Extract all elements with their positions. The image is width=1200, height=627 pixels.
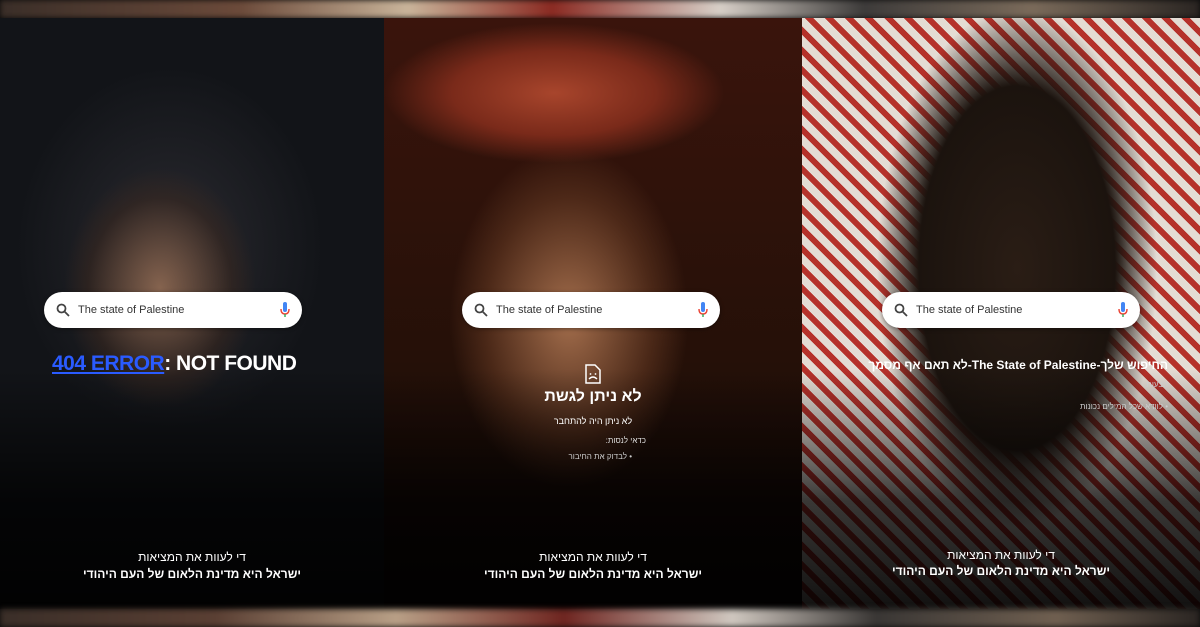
bottom-blurred-strip [0, 609, 1200, 627]
error-heading: לא ניתן לגשת [544, 388, 642, 405]
footer-line2: ישראל היא מדינת הלאום של העם היהודי [892, 564, 1110, 578]
panel-middle: The state of Palestine לא ניתן לגשת לא נ… [384, 18, 802, 609]
mic-icon[interactable] [1118, 302, 1128, 318]
suggestion-item: • לבדוק את החיבור [568, 452, 632, 461]
suggestion-text: לוודא שכל המילים נכונות [1079, 402, 1163, 411]
panel-left: The state of Palestine 404 ERROR: NOT FO… [0, 18, 384, 609]
search-bar[interactable]: The state of Palestine [44, 292, 302, 328]
error-code[interactable]: 404 ERROR [52, 352, 165, 375]
footer-line2: ישראל היא מדינת הלאום של העם היהודי [83, 567, 301, 581]
search-query[interactable]: The state of Palestine [496, 304, 698, 316]
suggestion-item: • לוודא שכל המילים נכונות [1079, 402, 1168, 411]
error-heading: 404 ERROR: NOT FOUND [52, 352, 297, 376]
search-icon [56, 303, 70, 317]
search-bar[interactable]: The state of Palestine [462, 292, 720, 328]
footer-line1: די לעוות את המציאות [947, 548, 1055, 562]
suggestion-text: לבדוק את החיבור [568, 452, 627, 461]
footer-line2: ישראל היא מדינת הלאום של העם היהודי [484, 567, 702, 581]
search-icon [894, 303, 908, 317]
search-icon [474, 303, 488, 317]
try-label: כדאי לנסות: [605, 436, 646, 445]
footer-line1: די לעוות את המציאות [138, 550, 246, 564]
search-bar[interactable]: The state of Palestine [882, 292, 1140, 328]
suggestions-label: הצעות [1146, 380, 1168, 389]
footer-line1: די לעוות את המציאות [539, 550, 647, 564]
error-subtext: לא ניתן היה להתחבר [553, 416, 633, 426]
mic-icon[interactable] [698, 302, 708, 318]
search-query[interactable]: The state of Palestine [78, 304, 280, 316]
top-blurred-strip [0, 0, 1200, 18]
broken-page-icon [384, 364, 802, 389]
search-query[interactable]: The state of Palestine [916, 304, 1118, 316]
no-results-title: החיפוש שלך-The State of Palestine-לא תאם… [868, 358, 1168, 372]
panel-right: The state of Palestine החיפוש שלך-The St… [802, 18, 1200, 609]
mic-icon[interactable] [280, 302, 290, 318]
error-text: : NOT FOUND [164, 352, 297, 375]
